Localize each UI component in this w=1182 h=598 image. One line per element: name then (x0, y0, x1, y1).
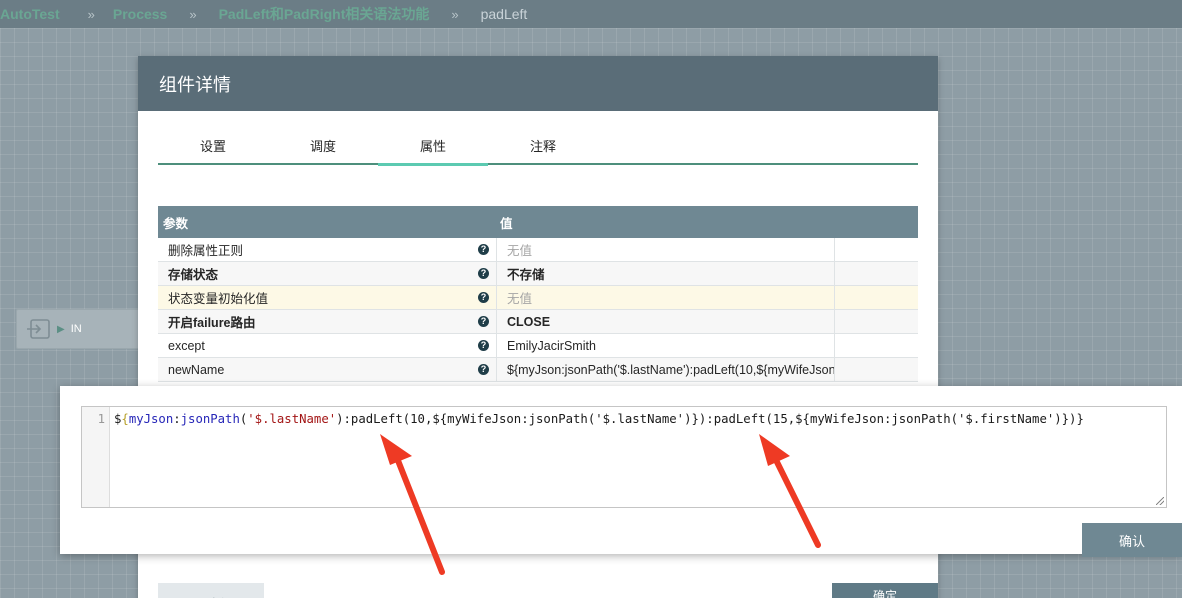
expression-editor-popup: 1 ${myJson:jsonPath('$.lastName'):padLef… (60, 386, 1182, 554)
play-icon: ▶ (57, 323, 65, 335)
code-token: '$.lastName' (247, 412, 337, 426)
ok-button[interactable]: 确认 (1082, 523, 1182, 557)
property-value[interactable]: ${myJson:jsonPath('$.lastName'):padLeft(… (507, 363, 834, 377)
table-row[interactable]: 存储状态? 不存储 (158, 262, 918, 286)
breadcrumb-item-autotest[interactable]: AutoTest (0, 6, 60, 22)
tab-settings[interactable]: 设置 (158, 132, 268, 163)
code-line[interactable]: ${myJson:jsonPath('$.lastName'):padLeft(… (114, 412, 1084, 426)
breadcrumb-separator: » (451, 6, 459, 22)
property-name: newName (168, 362, 225, 377)
table-row[interactable]: 状态变量初始化值? 无值 (158, 286, 918, 310)
tab-properties[interactable]: 属性 (378, 132, 488, 166)
help-icon[interactable]: ? (478, 316, 489, 327)
input-port-icon (27, 319, 50, 339)
property-name: 删除属性正则 (168, 244, 244, 258)
property-value[interactable]: 无值 (507, 240, 532, 259)
breadcrumb-separator: » (87, 6, 95, 22)
breadcrumb-item-group[interactable]: PadLeft和PadRight相关语法功能 (219, 4, 430, 24)
line-number: 1 (82, 407, 110, 507)
property-value[interactable]: CLOSE (507, 315, 550, 329)
table-row[interactable]: newName? ${myJson:jsonPath('$.lastName')… (158, 358, 918, 382)
code-token: { (121, 412, 129, 426)
tab-schedule[interactable]: 调度 (268, 132, 378, 163)
property-name: except (168, 338, 205, 353)
advanced-button[interactable]: ✱ 高级 (158, 583, 264, 598)
property-value[interactable]: 无值 (507, 288, 532, 307)
tab-bar: 设置 调度 属性 注释 (158, 132, 918, 166)
property-name: 存储状态 (168, 268, 219, 282)
confirm-dialog-button[interactable]: 确定 (832, 583, 938, 598)
table-header: 参数 值 (158, 206, 918, 238)
breadcrumb-current: padLeft (480, 6, 528, 22)
column-header-param: 参数 (163, 216, 189, 231)
property-value[interactable]: EmilyJacirSmith (507, 339, 596, 353)
code-token: jsonPath (180, 412, 240, 426)
help-icon[interactable]: ? (478, 292, 489, 303)
dialog-title: 组件详情 (138, 56, 938, 111)
breadcrumb-separator: » (189, 6, 197, 22)
help-icon[interactable]: ? (478, 268, 489, 279)
input-port-node[interactable]: ▶ IN (16, 309, 146, 349)
node-label: IN (70, 323, 82, 335)
help-icon[interactable]: ? (478, 244, 489, 255)
advanced-button-label: 高级 (208, 595, 232, 598)
code-token: : (173, 412, 181, 426)
help-icon[interactable]: ? (478, 364, 489, 375)
tab-comments[interactable]: 注释 (488, 132, 598, 163)
resize-handle[interactable] (1156, 497, 1164, 505)
breadcrumb-item-process[interactable]: Process (113, 6, 167, 22)
property-name: 状态变量初始化值 (168, 292, 269, 306)
properties-table: 参数 值 删除属性正则? 无值 存储状态? 不存储 状态变量初始化值? 无值 开… (158, 206, 918, 382)
property-name: 开启failure路由 (168, 316, 256, 330)
help-icon[interactable]: ? (478, 340, 489, 351)
code-token: ):padLeft(10,${myWifeJson:jsonPath('$.la… (336, 412, 1084, 426)
code-editor[interactable]: 1 ${myJson:jsonPath('$.lastName'):padLef… (81, 406, 1167, 508)
table-row[interactable]: 删除属性正则? 无值 (158, 238, 918, 262)
column-header-value: 值 (500, 216, 513, 231)
table-row[interactable]: 开启failure路由? CLOSE (158, 310, 918, 334)
table-row[interactable]: except? EmilyJacirSmith (158, 334, 918, 358)
property-value[interactable]: 不存储 (507, 264, 545, 283)
code-token: myJson (128, 412, 174, 426)
breadcrumb: AutoTest » Process » PadLeft和PadRight相关语… (0, 0, 1182, 28)
